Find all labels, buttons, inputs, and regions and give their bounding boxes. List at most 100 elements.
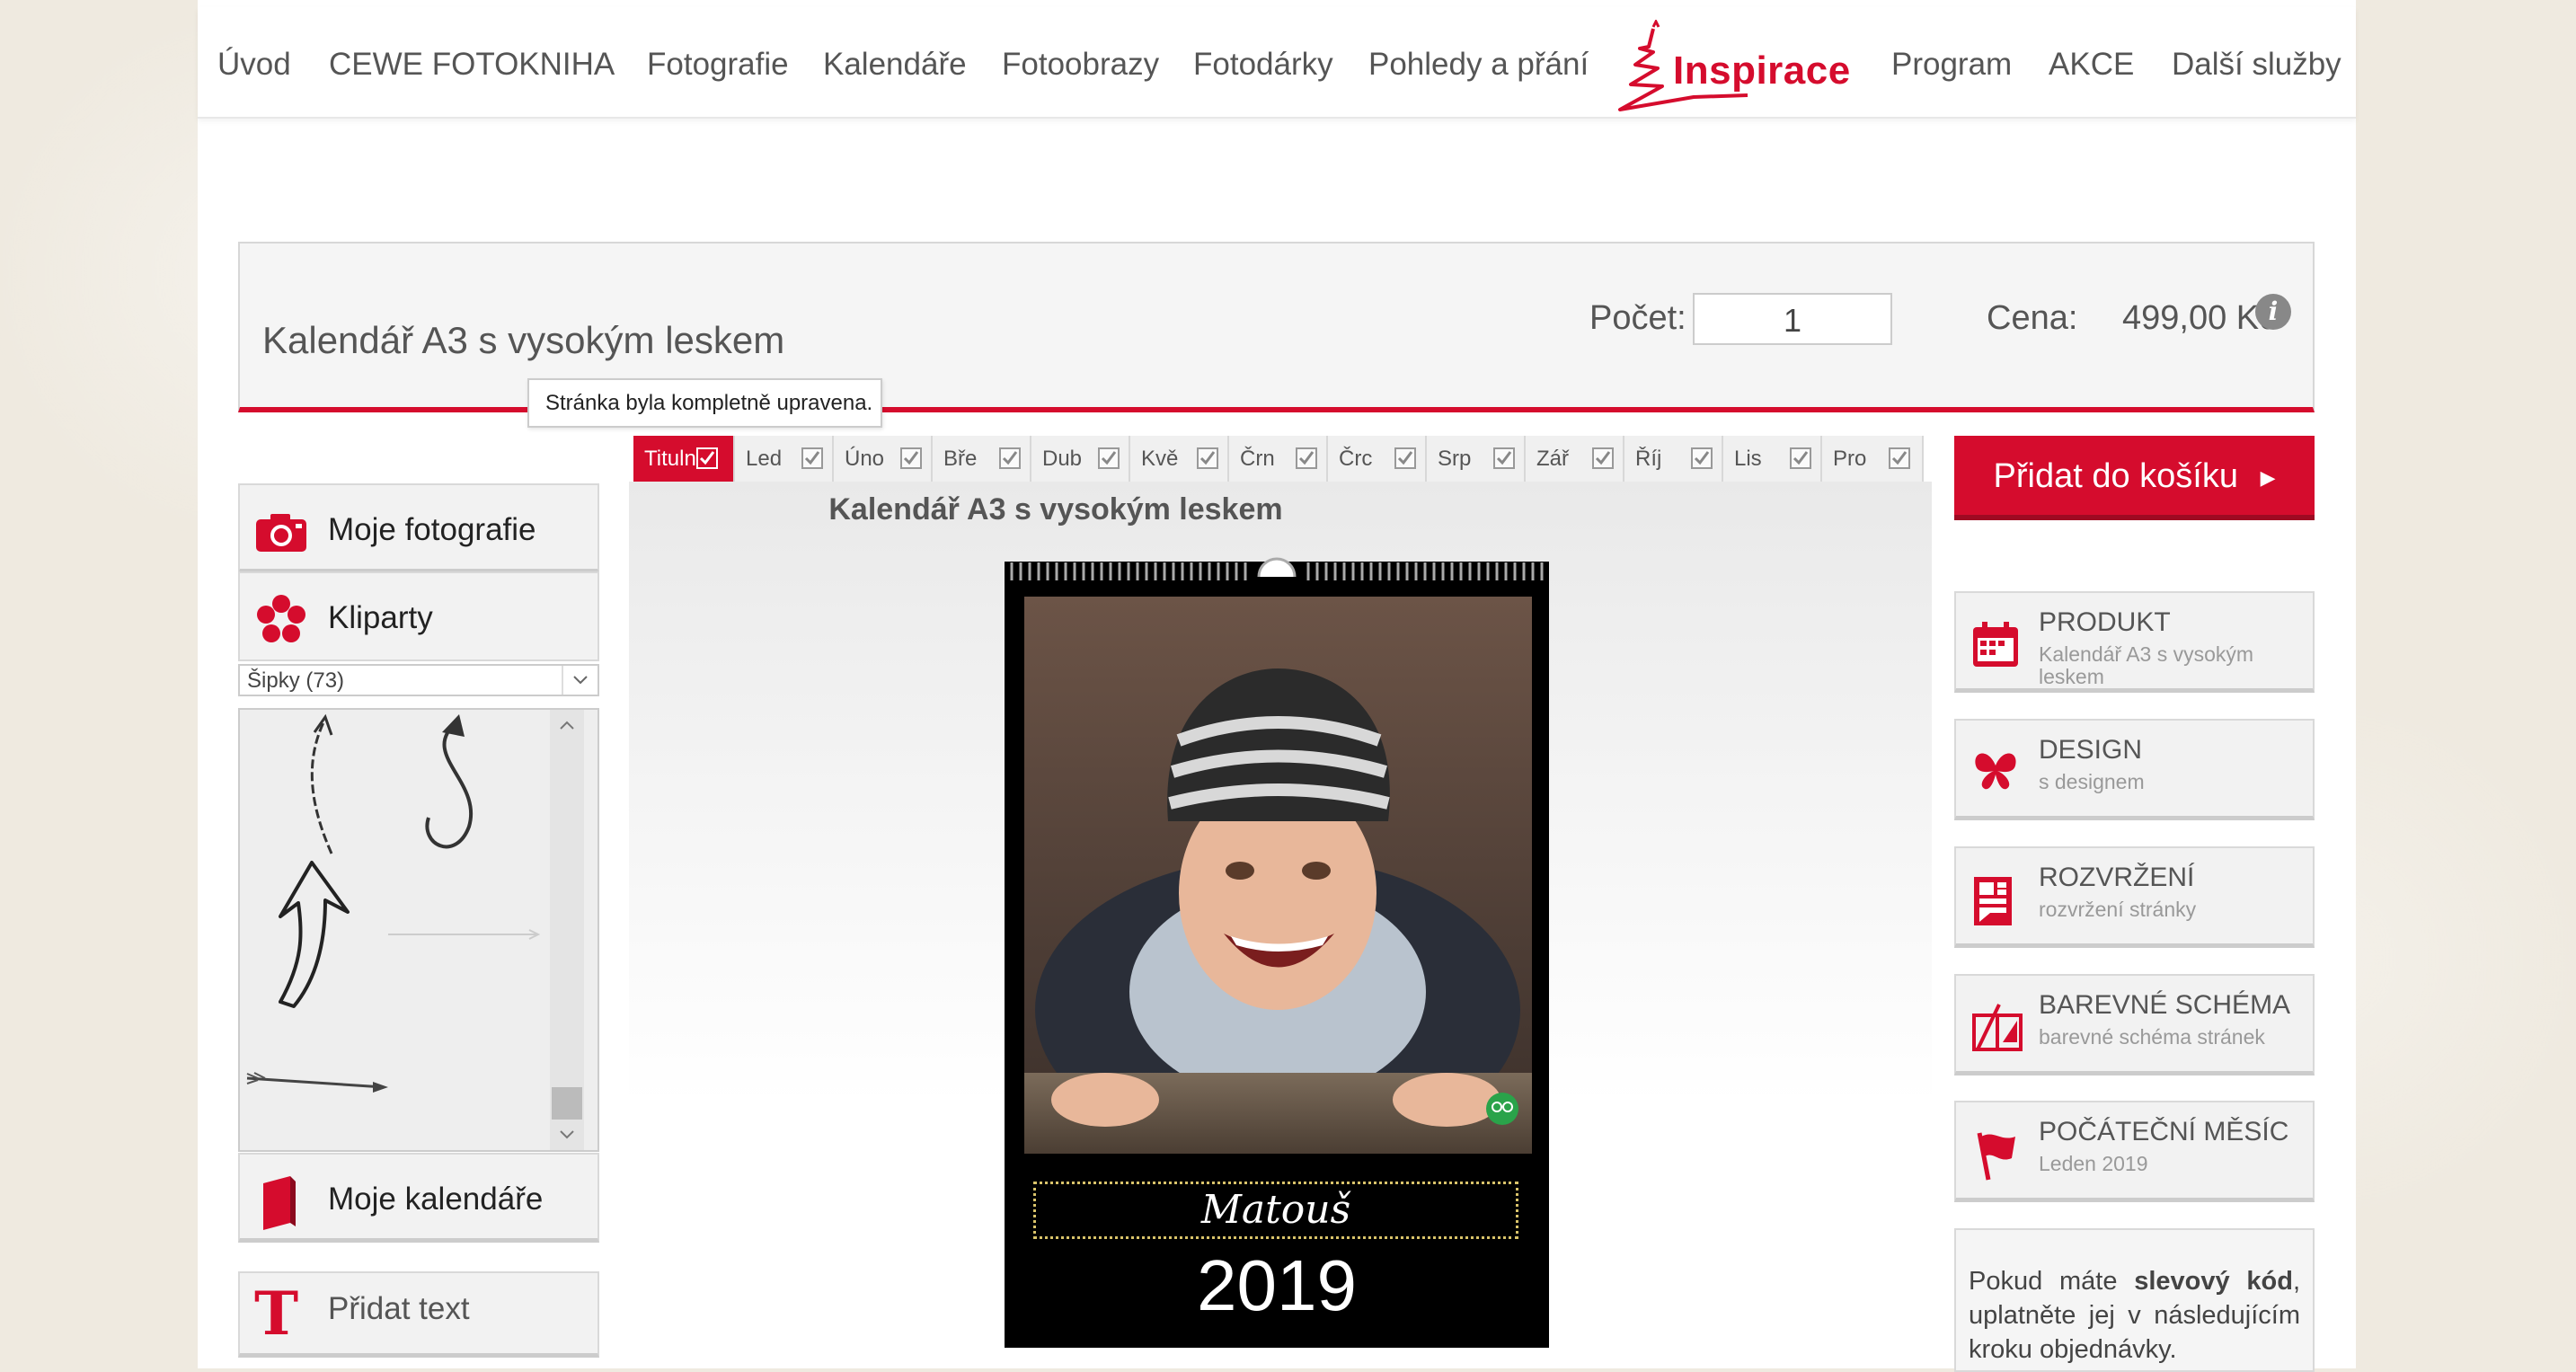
spiral-binding-icon xyxy=(1010,557,1544,580)
checkbox-icon[interactable] xyxy=(1691,447,1713,469)
checkbox-icon[interactable] xyxy=(696,447,718,469)
tab-led[interactable]: Led xyxy=(735,436,834,482)
chevron-down-icon xyxy=(562,666,598,695)
design-option-title: DESIGN xyxy=(2039,735,2143,765)
clipart-gallery-canvas xyxy=(246,713,541,1093)
checkbox-icon[interactable] xyxy=(1493,447,1515,469)
tab-crn[interactable]: Črn xyxy=(1229,436,1328,482)
tab-uno[interactable]: Úno xyxy=(834,436,933,482)
color-scheme-option[interactable]: BAREVNÉ SCHÉMA barevné schéma stránek xyxy=(1954,974,2315,1075)
chevron-down-icon[interactable] xyxy=(558,1129,576,1141)
checkbox-icon[interactable] xyxy=(1197,447,1218,469)
tab-label: Srp xyxy=(1438,447,1472,471)
tab-zar[interactable]: Zář xyxy=(1526,436,1624,482)
tab-label: Říj xyxy=(1635,447,1662,471)
clipart-thin-arrow-icon[interactable] xyxy=(388,929,541,940)
add-text-button[interactable]: T Přidat text xyxy=(238,1271,599,1358)
checkbox-icon[interactable] xyxy=(1790,447,1811,469)
checkbox-icon[interactable] xyxy=(1296,447,1317,469)
chevron-up-icon[interactable] xyxy=(558,719,576,731)
tab-label: Kvě xyxy=(1141,447,1179,471)
nav-item-fotografie[interactable]: Fotografie xyxy=(647,47,789,83)
layout-option[interactable]: ROZVRŽENÍ rozvržení stránky xyxy=(1954,846,2315,948)
page-tabs: Titulní Led Úno Bře Dub Kvě Črn Črc Srp … xyxy=(633,436,1924,482)
clipart-feather-arrow-icon[interactable] xyxy=(246,1072,388,1093)
scrollbar-thumb[interactable] xyxy=(552,1087,582,1120)
clipart-hand-arrow-icon[interactable] xyxy=(279,861,350,1008)
calendar-title: Kalendář A3 s vysokým leskem xyxy=(828,492,1283,527)
tab-dub[interactable]: Dub xyxy=(1031,436,1130,482)
add-to-cart-label: Přidat do košíku xyxy=(1993,457,2238,495)
color-scheme-option-title: BAREVNÉ SCHÉMA xyxy=(2039,990,2291,1020)
cliparts-label: Kliparty xyxy=(328,600,433,635)
add-text-label: Přidat text xyxy=(328,1291,470,1326)
tab-srp[interactable]: Srp xyxy=(1427,436,1526,482)
status-tooltip: Stránka byla kompletně upravena. xyxy=(527,378,882,428)
cliparts-button[interactable]: Kliparty xyxy=(238,571,599,661)
top-navigation: Úvod CEWE FOTOKNIHA Fotografie Kalendáře… xyxy=(198,7,2356,119)
start-month-option-subtitle: Leden 2019 xyxy=(2039,1152,2148,1175)
design-option-subtitle: s designem xyxy=(2039,770,2145,793)
inspirace-logo-text[interactable]: Inspirace xyxy=(1673,49,1851,93)
layout-icon xyxy=(1974,877,2012,925)
nav-item-fotodarky[interactable]: Fotodárky xyxy=(1193,47,1333,83)
layout-option-title: ROZVRŽENÍ xyxy=(2039,863,2195,892)
calendar-name-text[interactable]: Matouš xyxy=(1033,1182,1518,1239)
calendar-icon xyxy=(1973,622,2018,667)
tab-label: Úno xyxy=(845,447,885,471)
book-icon xyxy=(263,1176,296,1230)
text-t-icon: T xyxy=(254,1279,299,1349)
clipart-curved-arrow-up-icon[interactable] xyxy=(310,713,333,854)
tab-label: Črc xyxy=(1339,447,1373,471)
tab-rij[interactable]: Říj xyxy=(1624,436,1723,482)
my-calendars-label: Moje kalendáře xyxy=(328,1182,544,1217)
tab-crc[interactable]: Črc xyxy=(1328,436,1427,482)
tab-lis[interactable]: Lis xyxy=(1723,436,1822,482)
nav-item-fotoobrazy[interactable]: Fotoobrazy xyxy=(1002,47,1159,83)
clipart-hook-arrow-icon[interactable] xyxy=(425,714,473,849)
calendar-photo[interactable] xyxy=(1024,597,1532,1154)
butterfly-icon xyxy=(1975,753,2016,790)
tab-label: Led xyxy=(746,447,783,471)
add-to-cart-button[interactable]: Přidat do košíku ▶ xyxy=(1954,436,2315,520)
tab-pro[interactable]: Pro xyxy=(1822,436,1924,482)
checkbox-icon[interactable] xyxy=(1889,447,1910,469)
color-scheme-option-subtitle: barevné schéma stránek xyxy=(2039,1025,2265,1049)
tab-bre[interactable]: Bře xyxy=(933,436,1031,482)
checkbox-icon[interactable] xyxy=(999,447,1021,469)
calendar-year[interactable]: 2019 xyxy=(1005,1244,1549,1327)
nav-item-uvod[interactable]: Úvod xyxy=(217,47,291,83)
start-month-option[interactable]: POČÁTEČNÍ MĚSÍC Leden 2019 xyxy=(1954,1101,2315,1202)
checkbox-icon[interactable] xyxy=(1394,447,1416,469)
product-option-subtitle: Kalendář A3 s vysokým leskem xyxy=(2039,642,2254,688)
checkbox-icon[interactable] xyxy=(801,447,823,469)
design-option[interactable]: DESIGN s designem xyxy=(1954,719,2315,820)
quantity-label: Počet: xyxy=(1589,299,1686,337)
tab-label: Zář xyxy=(1536,447,1569,471)
product-option[interactable]: PRODUKT Kalendář A3 s vysokým leskem xyxy=(1954,591,2315,693)
nav-item-program[interactable]: Program xyxy=(1891,47,2012,83)
clipart-category-value: Šipky (73) xyxy=(247,668,345,693)
coupon-text-before: Pokud máte xyxy=(1969,1267,2135,1296)
checkbox-icon[interactable] xyxy=(1592,447,1614,469)
tab-titulni[interactable]: Titulní xyxy=(633,436,735,482)
checkbox-icon[interactable] xyxy=(1098,447,1120,469)
checkbox-icon[interactable] xyxy=(900,447,922,469)
nav-item-fotokniha[interactable]: CEWE FOTOKNIHA xyxy=(329,47,615,83)
info-icon[interactable]: i xyxy=(2255,294,2291,330)
start-month-option-title: POČÁTEČNÍ MĚSÍC xyxy=(2039,1117,2289,1146)
nav-item-kalendare[interactable]: Kalendáře xyxy=(823,47,967,83)
my-calendars-button[interactable]: Moje kalendáře xyxy=(238,1153,599,1243)
layout-option-subtitle: rozvržení stránky xyxy=(2039,898,2197,921)
clipart-category-select[interactable]: Šipky (73) xyxy=(238,664,599,696)
nav-item-dalsi-sluzby[interactable]: Další služby xyxy=(2172,47,2341,83)
nav-item-pohledy[interactable]: Pohledy a přání xyxy=(1368,47,1589,83)
caret-right-icon: ▶ xyxy=(2260,465,2276,489)
nav-item-akce[interactable]: AKCE xyxy=(2049,47,2134,83)
quantity-input[interactable]: 1 xyxy=(1693,293,1892,345)
price-value: 499,00 Kč xyxy=(2122,299,2277,337)
tab-label: Pro xyxy=(1833,447,1867,471)
product-title: Kalendář A3 s vysokým leskem xyxy=(262,319,785,361)
tab-kve[interactable]: Kvě xyxy=(1130,436,1229,482)
clipart-scrollbar[interactable] xyxy=(550,710,584,1150)
